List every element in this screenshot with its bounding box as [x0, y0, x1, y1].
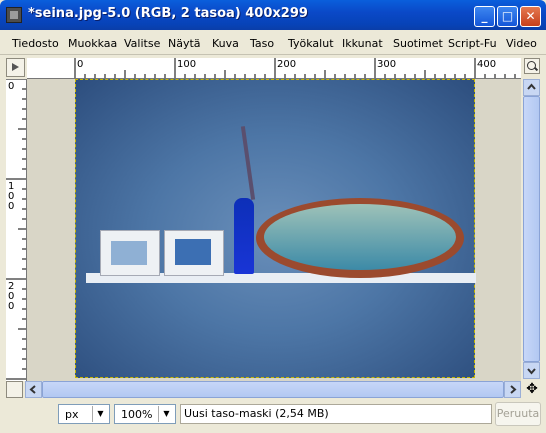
unit-selector[interactable]: px ▼ — [58, 404, 110, 424]
menu-tiedosto[interactable]: Tiedosto — [12, 37, 59, 50]
vertical-scrollbar[interactable] — [523, 79, 540, 379]
photo-frame-left — [100, 230, 160, 276]
scroll-up-arrow-icon — [527, 83, 536, 90]
menu-taso[interactable]: Taso — [250, 37, 274, 50]
horizontal-scroll-thumb[interactable] — [42, 381, 504, 398]
menu-video[interactable]: Video — [506, 37, 537, 50]
photo-frame-right — [164, 230, 224, 276]
scroll-right-button[interactable] — [504, 381, 521, 398]
ruler-label: 100 — [177, 59, 196, 70]
status-message: Uusi taso-maski (2,54 MB) — [180, 404, 492, 424]
scroll-left-arrow-icon — [29, 385, 36, 394]
ruler-label: 0 — [8, 301, 14, 312]
scroll-up-button[interactable] — [523, 79, 540, 96]
blue-bottle — [234, 198, 254, 274]
ruler-label: 300 — [377, 59, 396, 70]
menu-bar: Tiedosto Muokkaa Valitse Näytä Kuva Taso… — [0, 30, 546, 55]
horizontal-scrollbar[interactable] — [25, 381, 521, 398]
scroll-left-button[interactable] — [25, 381, 42, 398]
zoom-selector[interactable]: 100% ▼ — [114, 404, 176, 424]
maximize-button[interactable]: □ — [497, 6, 518, 27]
ruler-label: 0 — [77, 59, 83, 70]
status-bar: px ▼ 100% ▼ Uusi taso-maski (2,54 MB) Pe… — [0, 399, 546, 433]
minimize-button[interactable]: _ — [474, 6, 495, 27]
window-title: *seina.jpg-5.0 (RGB, 2 tasoa) 400x299 — [28, 6, 308, 21]
scroll-down-button[interactable] — [523, 362, 540, 379]
cancel-button[interactable]: Peruuta — [495, 402, 541, 426]
quick-mask-icon[interactable] — [6, 381, 23, 398]
horizontal-ruler-ticks: 0 100 200 300 400 — [74, 58, 516, 78]
move-navigate-icon[interactable]: ✥ — [524, 381, 540, 398]
menu-tyokalut[interactable]: Työkalut — [288, 37, 334, 50]
menu-script-fu[interactable]: Script-Fu — [448, 37, 497, 50]
close-button[interactable]: ✕ — [520, 6, 541, 27]
ruler-label: 0 — [8, 201, 14, 212]
vertical-scroll-thumb[interactable] — [523, 96, 540, 362]
ruler-menu-arrow-icon[interactable] — [6, 58, 25, 77]
horizontal-ruler[interactable]: 0 100 200 300 400 — [27, 58, 521, 79]
scroll-down-arrow-icon — [527, 368, 536, 375]
menu-nayta[interactable]: Näytä — [168, 37, 201, 50]
vertical-ruler-ticks: 0100200 — [6, 79, 26, 380]
gimp-image-icon[interactable] — [6, 7, 22, 23]
menu-kuva[interactable]: Kuva — [212, 37, 239, 50]
vertical-ruler[interactable]: 0100200 — [6, 79, 27, 381]
menu-ikkunat[interactable]: Ikkunat — [342, 37, 383, 50]
flower-stem — [240, 126, 256, 200]
swan-painting-plaque — [256, 198, 464, 278]
chevron-down-icon[interactable]: ▼ — [158, 406, 174, 422]
unit-value: px — [65, 408, 79, 421]
ruler-label: 0 — [8, 81, 14, 92]
zoom-value: 100% — [121, 408, 153, 421]
title-bar[interactable]: *seina.jpg-5.0 (RGB, 2 tasoa) 400x299 _ … — [0, 0, 546, 30]
zoom-icon[interactable] — [524, 58, 540, 74]
chevron-down-icon[interactable]: ▼ — [92, 406, 108, 422]
menu-valitse[interactable]: Valitse — [124, 37, 160, 50]
image-photo[interactable] — [75, 79, 476, 378]
ruler-label: 400 — [477, 59, 496, 70]
scroll-right-arrow-icon — [510, 385, 517, 394]
image-canvas[interactable] — [27, 79, 521, 381]
menu-muokkaa[interactable]: Muokkaa — [68, 37, 117, 50]
ruler-label: 200 — [277, 59, 296, 70]
menu-suotimet[interactable]: Suotimet — [393, 37, 443, 50]
